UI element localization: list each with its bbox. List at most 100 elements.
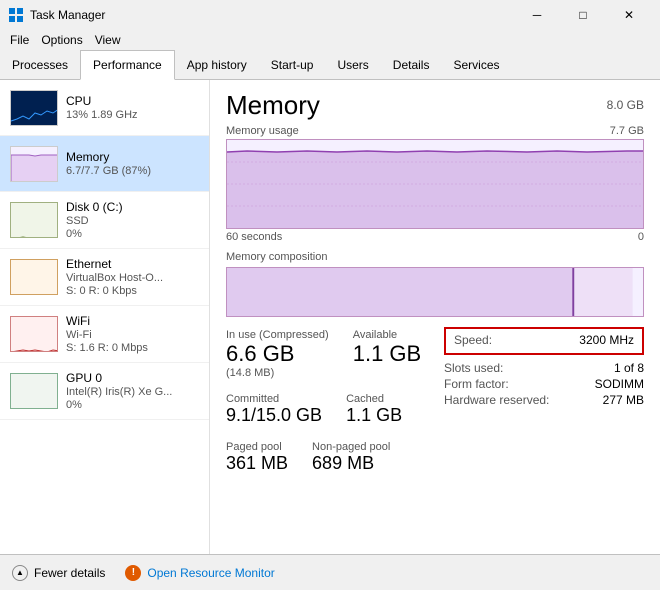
cpu-label: CPU bbox=[66, 94, 199, 108]
slots-value: 1 of 8 bbox=[614, 361, 644, 375]
tab-bar: Processes Performance App history Start-… bbox=[0, 50, 660, 80]
sidebar-item-ethernet[interactable]: Ethernet VirtualBox Host-O... S: 0 R: 0 … bbox=[0, 249, 209, 306]
ethernet-sublabel1: VirtualBox Host-O... bbox=[66, 272, 199, 284]
sidebar-item-gpu0[interactable]: GPU 0 Intel(R) Iris(R) Xe G... 0% bbox=[0, 363, 209, 420]
wifi-sublabel2: S: 1.6 R: 0 Mbps bbox=[66, 342, 199, 354]
form-label: Form factor: bbox=[444, 377, 509, 391]
inuse-value: 6.6 GB bbox=[226, 341, 329, 367]
menu-view[interactable]: View bbox=[89, 31, 127, 49]
minimize-button[interactable]: ─ bbox=[514, 0, 560, 30]
gpu-sublabel2: 0% bbox=[66, 399, 199, 411]
gpu-label: GPU 0 bbox=[66, 371, 199, 385]
stat-cached: Cached 1.1 GB bbox=[346, 391, 402, 433]
available-label: Available bbox=[353, 329, 421, 341]
disk-sublabel2: 0% bbox=[66, 228, 199, 240]
usage-chart bbox=[226, 139, 644, 229]
usage-chart-label: Memory usage bbox=[226, 125, 299, 137]
hwreserved-label: Hardware reserved: bbox=[444, 393, 549, 407]
chart-time-row: 60 seconds 0 bbox=[226, 231, 644, 243]
cached-value: 1.1 GB bbox=[346, 405, 402, 427]
chart-time-left: 60 seconds bbox=[226, 231, 282, 243]
paged-value: 361 MB bbox=[226, 453, 288, 475]
form-value: SODIMM bbox=[595, 377, 644, 391]
tab-services[interactable]: Services bbox=[441, 50, 511, 79]
footer: ▲ Fewer details ! Open Resource Monitor bbox=[0, 554, 660, 590]
bottom-stats: In use (Compressed) 6.6 GB (14.8 MB) Ava… bbox=[226, 327, 644, 481]
fewer-details-icon: ▲ bbox=[12, 565, 28, 581]
disk-mini-chart bbox=[10, 202, 58, 238]
composition-svg bbox=[227, 268, 643, 316]
inuse-label: In use (Compressed) bbox=[226, 329, 329, 341]
tab-performance[interactable]: Performance bbox=[80, 50, 175, 80]
memory-mini-chart bbox=[10, 146, 58, 182]
open-resource-monitor-link[interactable]: ! Open Resource Monitor bbox=[125, 565, 274, 581]
disk-sublabel1: SSD bbox=[66, 215, 199, 227]
chart-time-right: 0 bbox=[638, 231, 644, 243]
title-bar: Task Manager ─ □ ✕ bbox=[0, 0, 660, 30]
nonpaged-label: Non-paged pool bbox=[312, 441, 390, 453]
panel-total: 8.0 GB bbox=[607, 98, 644, 112]
close-button[interactable]: ✕ bbox=[606, 0, 652, 30]
wifi-info: WiFi Wi-Fi S: 1.6 R: 0 Mbps bbox=[66, 314, 199, 354]
bottom-right-info: Speed: 3200 MHz Slots used: 1 of 8 Form … bbox=[444, 327, 644, 481]
speed-value: 3200 MHz bbox=[579, 333, 634, 347]
tab-users[interactable]: Users bbox=[325, 50, 380, 79]
sidebar-item-cpu[interactable]: CPU 13% 1.89 GHz bbox=[0, 80, 209, 136]
slots-label: Slots used: bbox=[444, 361, 503, 375]
stat-available: Available 1.1 GB bbox=[353, 327, 421, 385]
menu-file[interactable]: File bbox=[4, 31, 35, 49]
stat-inuse: In use (Compressed) 6.6 GB (14.8 MB) bbox=[226, 327, 329, 385]
cpu-sublabel: 13% 1.89 GHz bbox=[66, 109, 199, 121]
stat-committed: Committed 9.1/15.0 GB bbox=[226, 391, 322, 433]
hwreserved-row: Hardware reserved: 277 MB bbox=[444, 393, 644, 407]
right-panel: Memory 8.0 GB Memory usage 7.7 GB bbox=[210, 80, 660, 554]
committed-value: 9.1/15.0 GB bbox=[226, 405, 322, 427]
open-resource-monitor-label: Open Resource Monitor bbox=[147, 566, 274, 580]
cached-label: Cached bbox=[346, 393, 402, 405]
memory-label: Memory bbox=[66, 150, 199, 164]
slots-row: Slots used: 1 of 8 bbox=[444, 361, 644, 375]
disk-label: Disk 0 (C:) bbox=[66, 200, 199, 214]
inuse-sub: (14.8 MB) bbox=[226, 367, 329, 379]
memory-info: Memory 6.7/7.7 GB (87%) bbox=[66, 150, 199, 177]
tab-details[interactable]: Details bbox=[381, 50, 442, 79]
ethernet-mini-chart bbox=[10, 259, 58, 295]
composition-label: Memory composition bbox=[226, 251, 327, 263]
tab-processes[interactable]: Processes bbox=[0, 50, 80, 79]
hwreserved-value: 277 MB bbox=[603, 393, 644, 407]
usage-chart-labels: Memory usage 7.7 GB bbox=[226, 125, 644, 137]
usage-chart-right: 7.7 GB bbox=[610, 125, 644, 137]
bottom-left-stats: In use (Compressed) 6.6 GB (14.8 MB) Ava… bbox=[226, 327, 428, 481]
wifi-label: WiFi bbox=[66, 314, 199, 328]
available-value: 1.1 GB bbox=[353, 341, 421, 367]
menu-options[interactable]: Options bbox=[35, 31, 88, 49]
speed-row: Speed: 3200 MHz bbox=[454, 333, 634, 347]
stat-pagedpool: Paged pool 361 MB bbox=[226, 439, 288, 481]
composition-section: Memory composition bbox=[226, 251, 644, 317]
maximize-button[interactable]: □ bbox=[560, 0, 606, 30]
gpu-sublabel1: Intel(R) Iris(R) Xe G... bbox=[66, 386, 199, 398]
menu-bar: File Options View bbox=[0, 30, 660, 50]
tab-startup[interactable]: Start-up bbox=[259, 50, 326, 79]
app-title: Task Manager bbox=[30, 8, 105, 22]
sidebar-item-disk0[interactable]: Disk 0 (C:) SSD 0% bbox=[0, 192, 209, 249]
committed-label: Committed bbox=[226, 393, 322, 405]
fewer-details-button[interactable]: ▲ Fewer details bbox=[12, 565, 105, 581]
sidebar-item-wifi[interactable]: WiFi Wi-Fi S: 1.6 R: 0 Mbps bbox=[0, 306, 209, 363]
gpu-mini-chart bbox=[10, 373, 58, 409]
paged-label: Paged pool bbox=[226, 441, 288, 453]
wifi-mini-chart bbox=[10, 316, 58, 352]
formfactor-row: Form factor: SODIMM bbox=[444, 377, 644, 391]
ethernet-sublabel2: S: 0 R: 0 Kbps bbox=[66, 285, 199, 297]
stat-nonpagedpool: Non-paged pool 689 MB bbox=[312, 439, 390, 481]
composition-label-row: Memory composition bbox=[226, 251, 644, 263]
ethernet-info: Ethernet VirtualBox Host-O... S: 0 R: 0 … bbox=[66, 257, 199, 297]
app-icon bbox=[8, 7, 24, 23]
disk-info: Disk 0 (C:) SSD 0% bbox=[66, 200, 199, 240]
info-extra: Slots used: 1 of 8 Form factor: SODIMM H… bbox=[444, 359, 644, 411]
wifi-sublabel1: Wi-Fi bbox=[66, 329, 199, 341]
sidebar-item-memory[interactable]: Memory 6.7/7.7 GB (87%) bbox=[0, 136, 209, 192]
main-content: CPU 13% 1.89 GHz Memory 6.7/7.7 GB (87%) bbox=[0, 80, 660, 554]
nonpaged-value: 689 MB bbox=[312, 453, 390, 475]
tab-app-history[interactable]: App history bbox=[175, 50, 259, 79]
